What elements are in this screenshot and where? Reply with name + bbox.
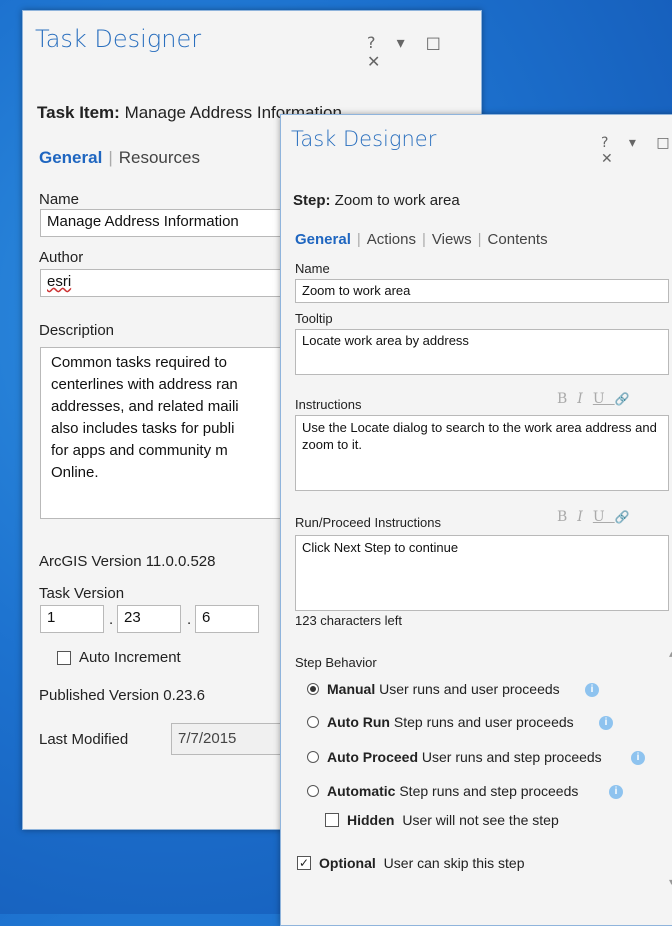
option-name: Optional	[319, 855, 376, 871]
option-name: Auto Proceed	[327, 749, 419, 765]
option-desc: Step runs and step proceeds	[399, 783, 579, 799]
link-icon[interactable]: 🔗	[615, 392, 640, 406]
published-version: Published Version 0.23.6	[39, 687, 205, 704]
name-label: Name	[39, 191, 80, 208]
help-icon[interactable]: ?	[367, 33, 382, 52]
step-behavior-label: Step Behavior	[295, 655, 377, 670]
radio-auto-run[interactable]	[307, 716, 319, 728]
option-desc: User can skip this step	[383, 855, 525, 871]
characters-left: 123 characters left	[295, 613, 402, 628]
tab-general[interactable]: General	[39, 148, 102, 167]
info-icon[interactable]: i	[599, 716, 613, 730]
option-name: Auto Run	[327, 714, 390, 730]
tooltip-label: Tooltip	[295, 311, 333, 326]
auto-increment-label: Auto Increment	[79, 649, 181, 666]
radio-manual[interactable]	[307, 683, 319, 695]
version-dot: .	[187, 611, 192, 628]
option-name: Hidden	[347, 812, 395, 828]
help-icon[interactable]: ?	[601, 135, 614, 151]
option-auto-proceed: Auto Proceed User runs and step proceeds	[327, 749, 602, 765]
option-optional: Optional User can skip this step	[319, 855, 525, 871]
maximize-icon[interactable]: □	[656, 135, 672, 151]
option-hidden: Hidden User will not see the step	[347, 812, 559, 828]
tab-resources[interactable]: Resources	[119, 148, 200, 167]
name-label: Name	[295, 261, 330, 276]
underline-icon[interactable]: U	[593, 509, 615, 525]
option-desc: User will not see the step	[402, 812, 559, 828]
arcgis-version: ArcGIS Version 11.0.0.528	[39, 553, 216, 570]
menu-dropdown-icon[interactable]: ▾	[629, 135, 642, 151]
tooltip-textarea[interactable]: Locate work area by address	[295, 329, 669, 375]
panel-title: Task Designer	[291, 127, 437, 151]
auto-increment-checkbox[interactable]	[57, 651, 71, 665]
bold-icon[interactable]: B	[557, 509, 577, 525]
maximize-icon[interactable]: □	[426, 33, 447, 52]
step-value: Zoom to work area	[334, 192, 460, 209]
task-item-key: Task Item:	[37, 103, 120, 122]
task-designer-panel-front: Task Designer ? ▾ □ ✕ Step: Zoom to work…	[280, 114, 672, 926]
option-name: Manual	[327, 681, 376, 697]
tab-strip: General | Resources	[39, 148, 200, 167]
info-icon[interactable]: i	[585, 683, 599, 697]
info-icon[interactable]: i	[631, 751, 645, 765]
title-bar: Task Designer ? ▾ □ ✕	[281, 115, 672, 175]
tab-actions[interactable]: Actions	[367, 231, 416, 248]
run-proceed-label: Run/Proceed Instructions	[295, 515, 441, 530]
bold-icon[interactable]: B	[557, 391, 577, 407]
title-bar: Task Designer ? ▾ □ ✕	[23, 11, 481, 71]
close-icon[interactable]: ✕	[601, 151, 619, 167]
option-desc: Step runs and user proceeds	[393, 714, 574, 730]
option-desc: User runs and step proceeds	[421, 749, 602, 765]
version-patch-input[interactable]: 6	[195, 605, 259, 633]
option-auto-run: Auto Run Step runs and user proceeds	[327, 714, 574, 730]
step-name-input[interactable]: Zoom to work area	[295, 279, 669, 303]
version-minor-input[interactable]: 23	[117, 605, 181, 633]
instructions-textarea[interactable]: Use the Locate dialog to search to the w…	[295, 415, 669, 491]
instructions-format-toolbar: BIU🔗	[557, 391, 640, 407]
close-icon[interactable]: ✕	[367, 52, 386, 71]
underline-icon[interactable]: U	[593, 391, 615, 407]
task-version-label: Task Version	[39, 585, 125, 602]
tab-contents[interactable]: Contents	[488, 231, 548, 248]
hidden-checkbox[interactable]	[325, 813, 339, 827]
description-label: Description	[39, 322, 115, 339]
step-key: Step:	[293, 192, 331, 209]
tab-views[interactable]: Views	[432, 231, 472, 248]
tab-strip: General | Actions | Views | Contents	[295, 231, 548, 248]
version-dot: .	[109, 611, 114, 628]
option-name: Automatic	[327, 783, 396, 799]
optional-checkbox[interactable]: ✓	[297, 856, 311, 870]
radio-automatic[interactable]	[307, 785, 319, 797]
author-value: esri	[47, 273, 72, 290]
option-desc: User runs and user proceeds	[379, 681, 560, 697]
step-header: Step: Zoom to work area	[293, 192, 460, 209]
link-icon[interactable]: 🔗	[615, 510, 640, 524]
run-format-toolbar: BIU🔗	[557, 509, 640, 525]
author-label: Author	[39, 249, 84, 266]
option-automatic: Automatic Step runs and step proceeds	[327, 783, 578, 799]
instructions-label: Instructions	[295, 397, 362, 412]
version-major-input[interactable]: 1	[40, 605, 104, 633]
panel-title: Task Designer	[35, 25, 202, 53]
info-icon[interactable]: i	[609, 785, 623, 799]
italic-icon[interactable]: I	[577, 509, 593, 525]
last-modified-label: Last Modified	[39, 731, 129, 748]
run-proceed-textarea[interactable]: Click Next Step to continue	[295, 535, 669, 611]
last-modified-field: 7/7/2015	[171, 723, 281, 755]
tab-general[interactable]: General	[295, 231, 351, 248]
menu-dropdown-icon[interactable]: ▾	[397, 33, 411, 52]
radio-auto-proceed[interactable]	[307, 751, 319, 763]
option-manual: Manual User runs and user proceeds	[327, 681, 560, 697]
italic-icon[interactable]: I	[577, 391, 593, 407]
